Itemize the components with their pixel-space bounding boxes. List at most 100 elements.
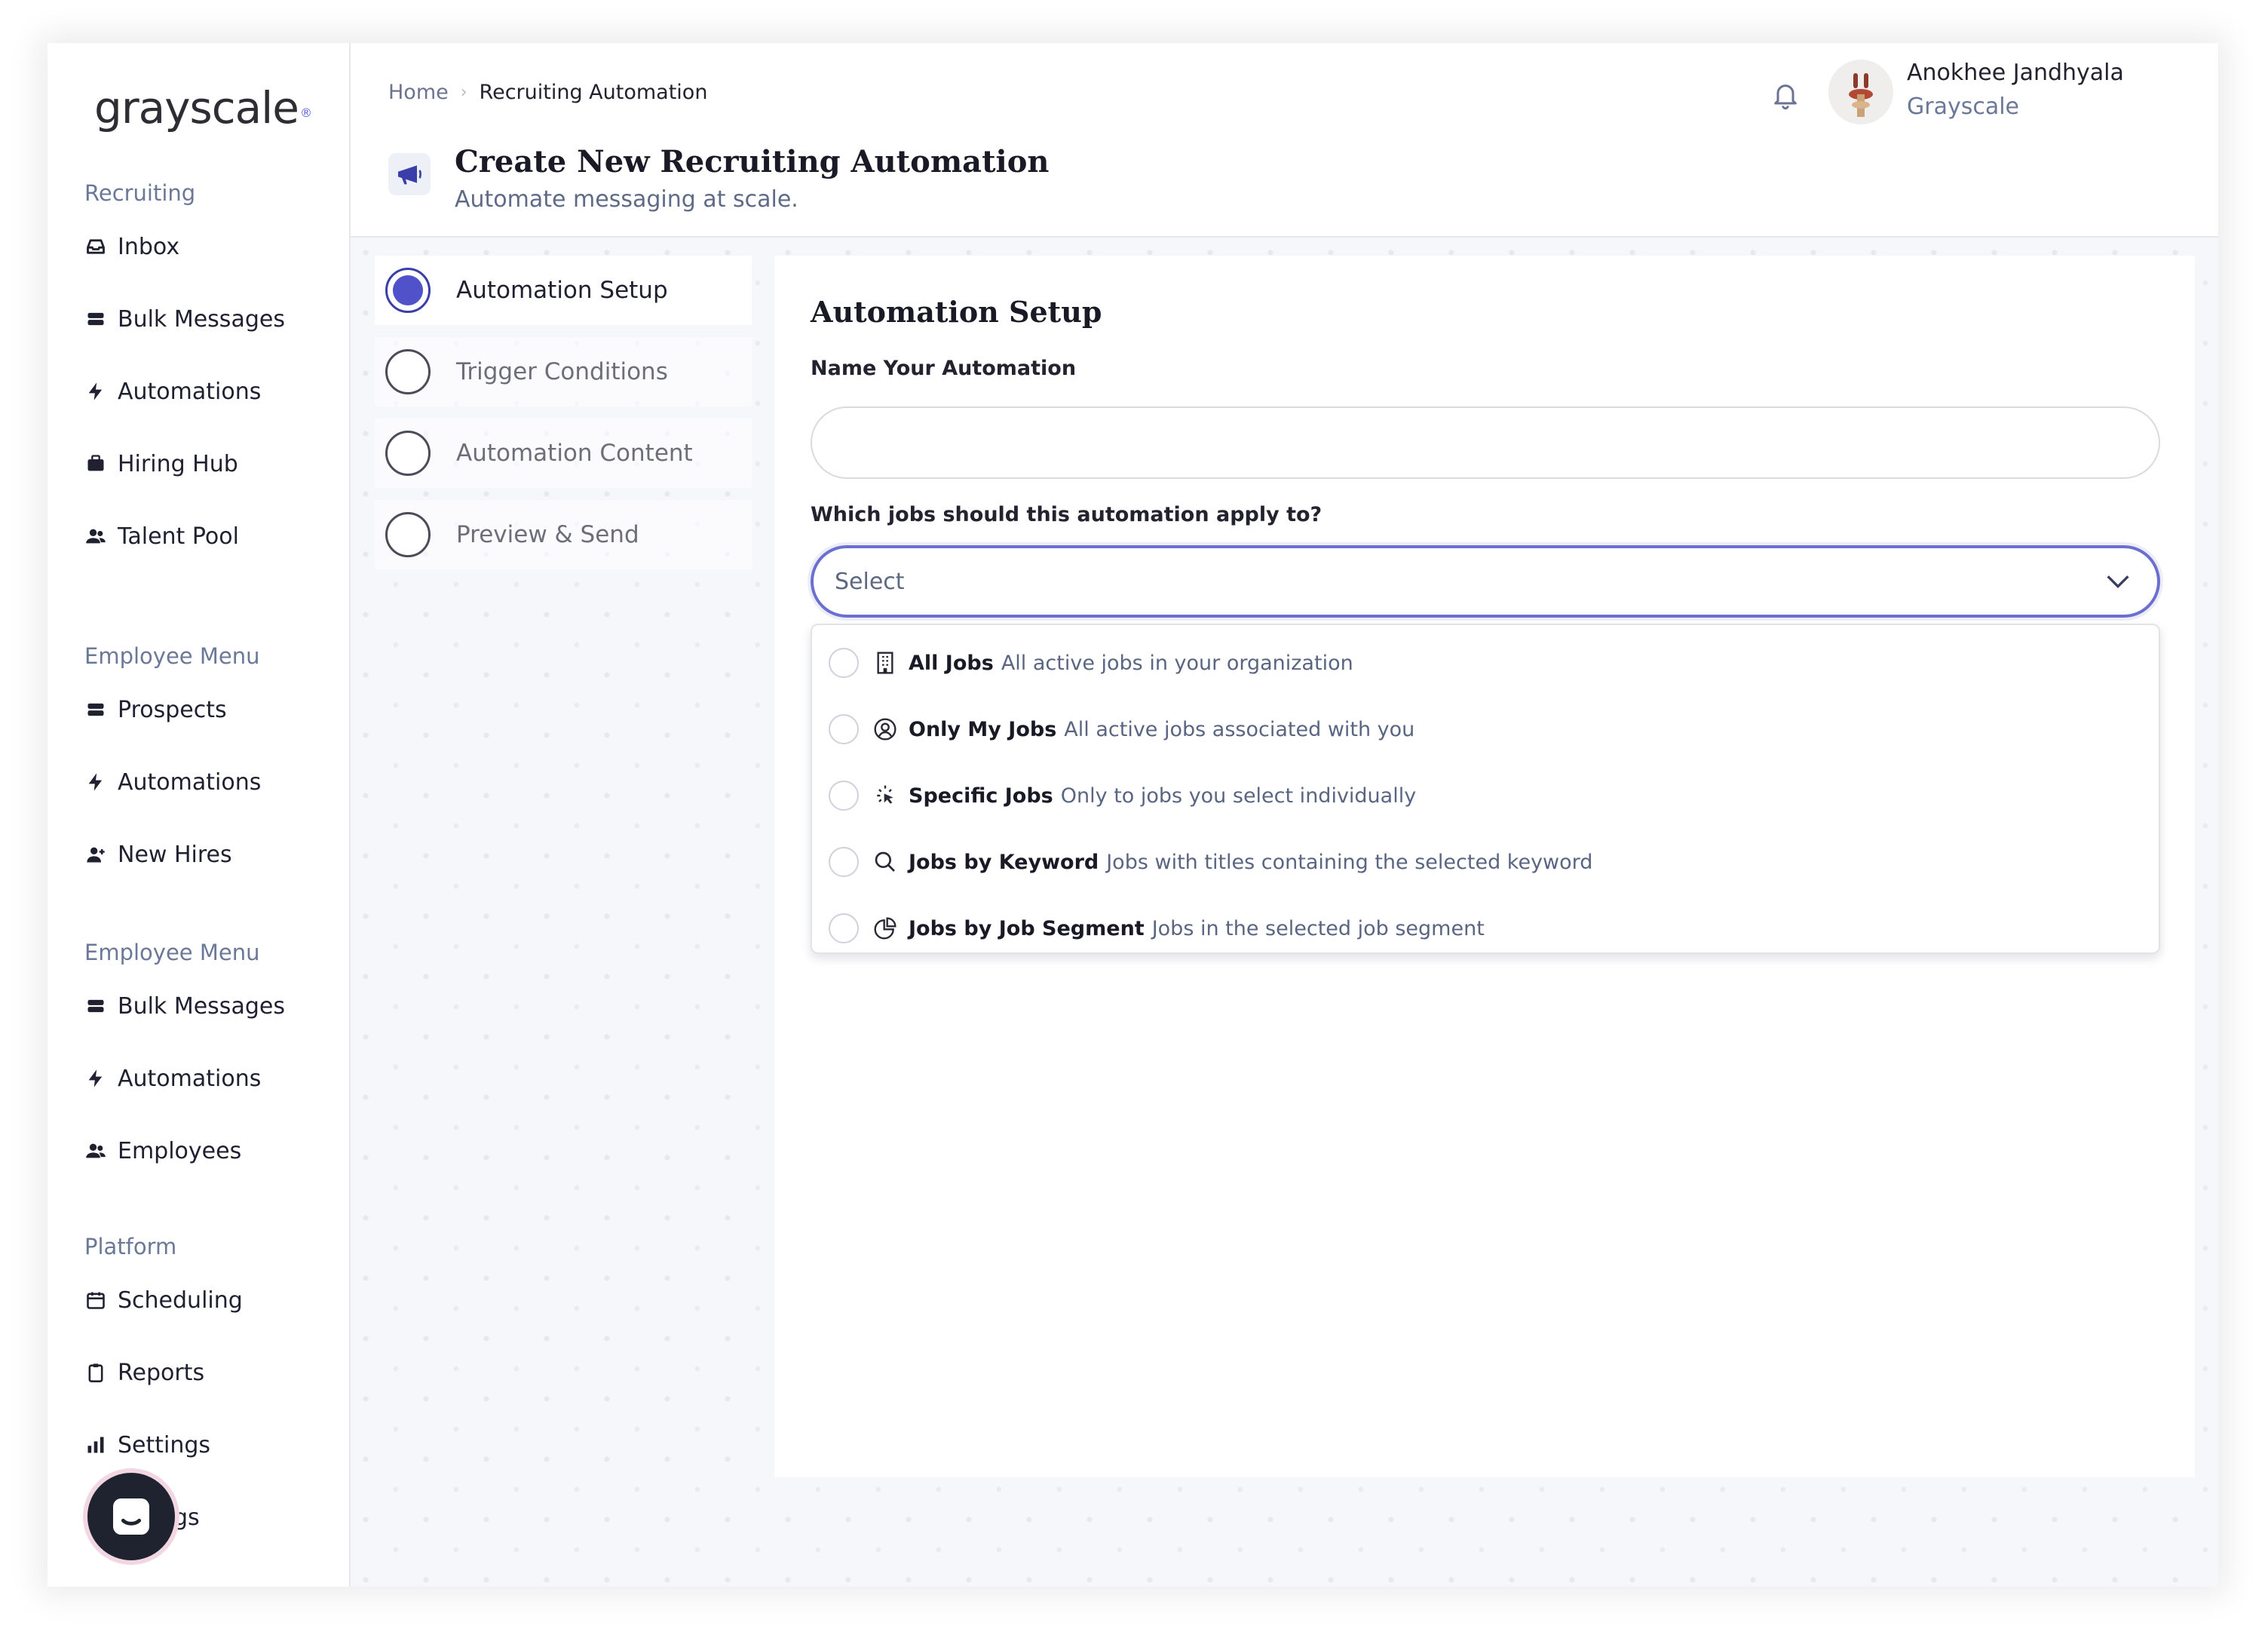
- nav-heading: Employee Menu: [84, 940, 260, 965]
- automation-name-label: Name Your Automation: [811, 357, 1077, 380]
- avatar[interactable]: [1828, 60, 1893, 124]
- logo-text: grayscale: [94, 82, 299, 133]
- jobs-select[interactable]: Select: [811, 545, 2160, 618]
- option-name: Jobs by Keyword: [909, 850, 1099, 874]
- sidebar-item-automations[interactable]: Automations: [84, 1042, 285, 1115]
- radio-button[interactable]: [829, 648, 859, 678]
- sidebar-item-label: Scheduling: [118, 1287, 243, 1314]
- option-name: All Jobs: [909, 651, 994, 675]
- briefcase-icon: [84, 452, 107, 475]
- radio-button[interactable]: [829, 913, 859, 943]
- page-header: Home › Recruiting Automation Create New …: [351, 43, 2218, 238]
- card-title: Automation Setup: [811, 295, 1102, 329]
- sidebar-item-new-hires[interactable]: New Hires: [84, 818, 261, 891]
- sidebar-item-label: Employees: [118, 1137, 242, 1164]
- page-subtitle: Automate messaging at scale.: [455, 186, 798, 213]
- option-only-my-jobs[interactable]: Only My Jobs All active jobs associated …: [812, 696, 2159, 762]
- user-plus-icon: [84, 843, 107, 866]
- automation-name-input[interactable]: [811, 406, 2160, 479]
- radio-button[interactable]: [829, 714, 859, 744]
- pie-chart-icon: [872, 916, 898, 941]
- option-description: Jobs in the selected job segment: [1151, 916, 1485, 940]
- step-label: Trigger Conditions: [456, 358, 668, 385]
- sidebar-item-label: Bulk Messages: [118, 305, 285, 333]
- sidebar: grayscale ® Recruiting Inbox Bulk Message…: [48, 43, 351, 1587]
- step-trigger-conditions[interactable]: Trigger Conditions: [375, 337, 752, 406]
- radio-button[interactable]: [829, 781, 859, 811]
- app-window: grayscale ® Recruiting Inbox Bulk Message…: [48, 43, 2218, 1587]
- bolt-icon: [84, 1067, 107, 1090]
- sidebar-item-prospects[interactable]: Prospects: [84, 673, 261, 746]
- option-name: Jobs by Job Segment: [909, 916, 1145, 940]
- sidebar-item-label: Automations: [118, 1065, 262, 1092]
- sidebar-item-label: Automations: [118, 378, 262, 405]
- sidebar-item-label: Talent Pool: [118, 523, 239, 550]
- step-automation-content[interactable]: Automation Content: [375, 419, 752, 488]
- sidebar-item-label: New Hires: [118, 841, 232, 868]
- nav-section-employee-menu-2: Employee Menu Bulk Messages Automations …: [84, 935, 285, 1187]
- breadcrumb: Home › Recruiting Automation: [388, 81, 707, 104]
- notifications-bell-icon[interactable]: [1770, 78, 1801, 113]
- option-description: All active jobs in your organization: [1001, 651, 1353, 675]
- stack-icon: [84, 698, 107, 721]
- sidebar-item-reports[interactable]: Reports: [84, 1336, 243, 1409]
- stack-icon: [84, 995, 107, 1017]
- sidebar-item-label: Reports: [118, 1359, 205, 1386]
- step-indicator-icon: [385, 431, 431, 476]
- step-preview-send[interactable]: Preview & Send: [375, 500, 752, 569]
- sidebar-item-label: Bulk Messages: [118, 992, 285, 1020]
- sidebar-item-talent-pool[interactable]: Talent Pool: [84, 500, 285, 572]
- option-specific-jobs[interactable]: Specific Jobs Only to jobs you select in…: [812, 762, 2159, 829]
- bolt-icon: [84, 380, 107, 403]
- main-content: Automation Setup Trigger Conditions Auto…: [351, 238, 2218, 1587]
- sidebar-item-settings[interactable]: Settings: [84, 1409, 243, 1481]
- jobs-select-label: Which jobs should this automation apply …: [811, 503, 1322, 526]
- step-automation-setup[interactable]: Automation Setup: [375, 256, 752, 325]
- option-jobs-by-job-segment[interactable]: Jobs by Job Segment Jobs in the selected…: [812, 895, 2159, 962]
- breadcrumb-home-link[interactable]: Home: [388, 81, 449, 104]
- automation-setup-card: Automation Setup Name Your Automation Wh…: [774, 256, 2195, 1477]
- chat-launcher-button[interactable]: [83, 1468, 179, 1565]
- sidebar-item-scheduling[interactable]: Scheduling: [84, 1264, 243, 1336]
- sidebar-item-bulk-messages[interactable]: Bulk Messages: [84, 970, 285, 1042]
- nav-section-recruiting: Recruiting Inbox Bulk Messages Automatio…: [84, 176, 285, 572]
- sidebar-item-automations[interactable]: Automations: [84, 746, 261, 818]
- breadcrumb-separator-icon: ›: [460, 83, 467, 102]
- step-label: Preview & Send: [456, 521, 639, 548]
- option-jobs-by-keyword[interactable]: Jobs by Keyword Jobs with titles contain…: [812, 829, 2159, 895]
- sidebar-item-inbox[interactable]: Inbox: [84, 210, 285, 283]
- breadcrumb-current: Recruiting Automation: [479, 81, 708, 104]
- option-description: Jobs with titles containing the selected…: [1106, 850, 1593, 874]
- user-name[interactable]: Anokhee Jandhyala: [1907, 60, 2124, 86]
- option-name: Only My Jobs: [909, 717, 1057, 741]
- user-circle-icon: [872, 716, 898, 742]
- chevron-down-icon: [2103, 566, 2133, 597]
- nav-heading: Platform: [84, 1234, 177, 1259]
- page-heading: Create New Recruiting Automation Automat…: [388, 143, 1050, 213]
- page-title: Create New Recruiting Automation: [455, 144, 1050, 179]
- nav-heading: Recruiting: [84, 180, 196, 206]
- step-indicator-icon: [385, 512, 431, 557]
- sidebar-item-label: Prospects: [118, 696, 227, 723]
- logo-mark: ®: [299, 106, 312, 120]
- sidebar-item-bulk-messages[interactable]: Bulk Messages: [84, 283, 285, 355]
- users-icon: [84, 525, 107, 547]
- radio-button[interactable]: [829, 847, 859, 877]
- sidebar-item-label: Hiring Hub: [118, 450, 238, 477]
- brand-logo[interactable]: grayscale ®: [94, 82, 312, 133]
- sidebar-item-label: Settings: [118, 1431, 211, 1458]
- cursor-click-icon: [872, 783, 898, 808]
- search-icon: [872, 849, 898, 875]
- sidebar-item-hiring-hub[interactable]: Hiring Hub: [84, 428, 285, 500]
- option-all-jobs[interactable]: All Jobs All active jobs in your organiz…: [812, 630, 2159, 696]
- sidebar-item-employees[interactable]: Employees: [84, 1115, 285, 1187]
- jobs-dropdown-menu: All Jobs All active jobs in your organiz…: [811, 624, 2160, 954]
- user-org: Grayscale: [1907, 94, 2020, 120]
- step-label: Automation Setup: [456, 277, 668, 304]
- inbox-icon: [84, 235, 107, 258]
- sidebar-item-automations[interactable]: Automations: [84, 355, 285, 428]
- stack-icon: [84, 308, 107, 330]
- chat-icon: [107, 1492, 155, 1541]
- wizard-steps: Automation Setup Trigger Conditions Auto…: [375, 256, 752, 581]
- step-label: Automation Content: [456, 440, 693, 467]
